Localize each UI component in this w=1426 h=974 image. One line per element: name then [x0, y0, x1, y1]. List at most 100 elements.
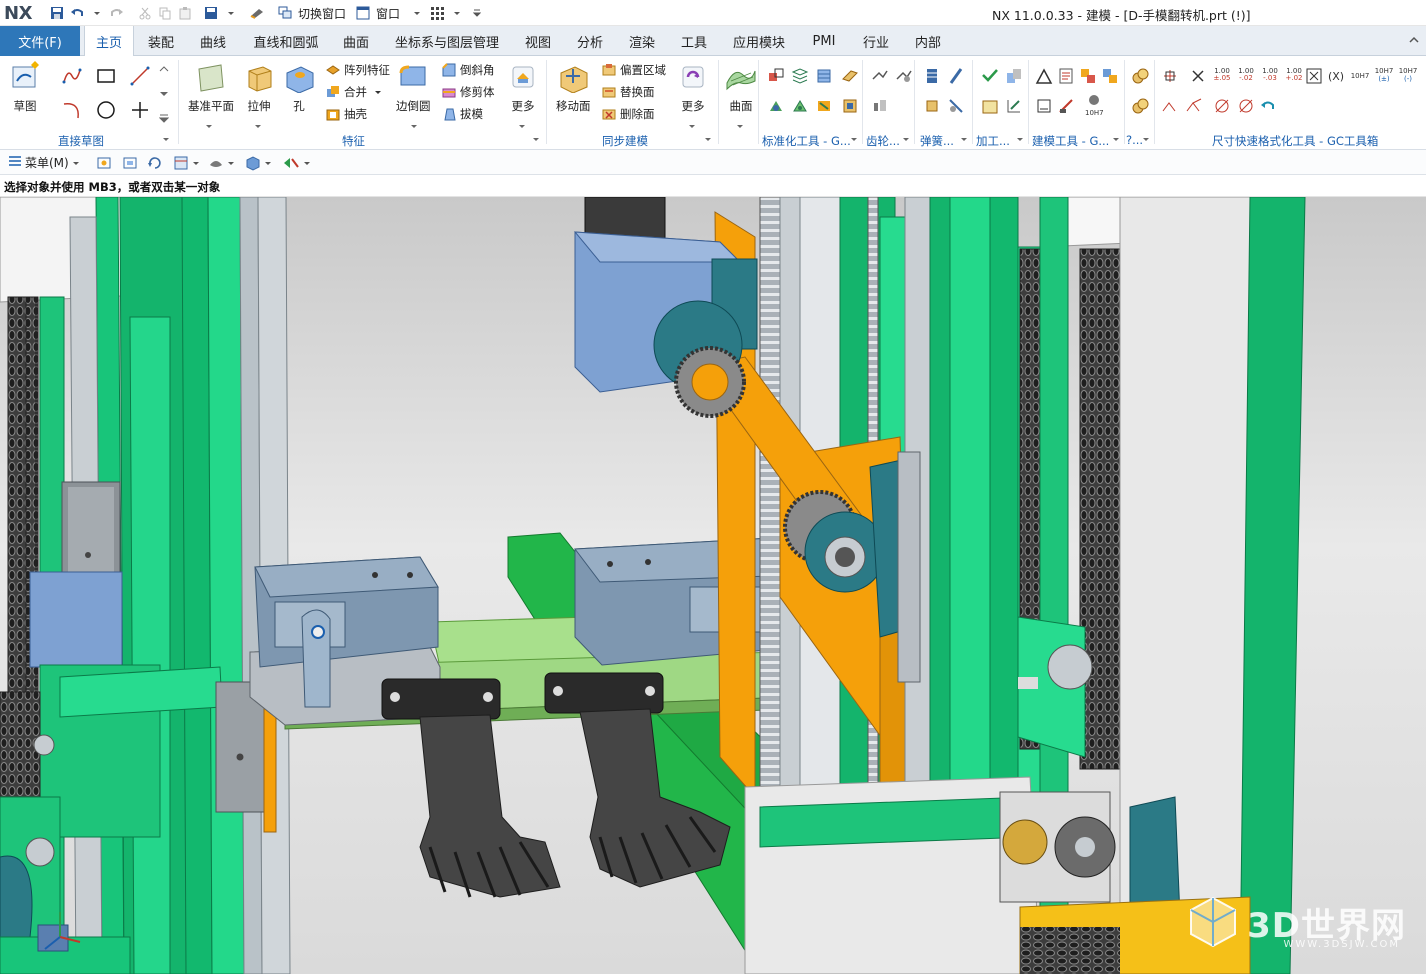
chamfer-button[interactable]: 倒斜角 — [441, 60, 495, 80]
delete-face-button[interactable]: 删除面 — [601, 104, 655, 124]
tab-applications[interactable]: 应用模块 — [724, 26, 794, 56]
tab-render[interactable]: 渲染 — [620, 26, 664, 56]
arc-icon[interactable] — [62, 100, 82, 120]
std-tool-1-icon[interactable] — [766, 66, 786, 86]
undo-icon[interactable] — [68, 4, 86, 22]
tab-assembly[interactable]: 装配 — [138, 26, 184, 56]
tab-home[interactable]: 主页 — [84, 26, 134, 57]
modeling-tool-7-icon[interactable]: 10H7 — [1082, 92, 1106, 118]
std-tool-7-icon[interactable] — [814, 96, 834, 116]
dim-box-x-icon[interactable] — [1304, 66, 1324, 86]
modeling-tool-2-icon[interactable] — [1056, 66, 1076, 86]
dim-diameter-2-icon[interactable] — [1236, 96, 1256, 116]
feature-more-dropdown-icon[interactable] — [516, 116, 528, 136]
tab-curve[interactable]: 曲线 — [190, 26, 236, 56]
orient-view-button[interactable] — [173, 153, 200, 172]
misc-group-dropdown-icon[interactable] — [1140, 132, 1152, 146]
redo-icon[interactable] — [108, 4, 126, 22]
machining-group-dropdown-icon[interactable] — [1014, 132, 1026, 146]
gear-tool-1-icon[interactable] — [870, 66, 890, 86]
zoom-button[interactable] — [122, 153, 138, 172]
surface-button[interactable]: 曲面 — [724, 60, 758, 114]
collapse-ribbon-icon[interactable] — [1408, 34, 1420, 49]
misc-tool-1-icon[interactable] — [1130, 66, 1150, 86]
tab-csys-layers[interactable]: 坐标系与图层管理 — [388, 26, 506, 56]
extrude-button[interactable]: 拉伸 — [242, 60, 276, 114]
replace-face-button[interactable]: 替换面 — [601, 82, 655, 102]
offset-region-button[interactable]: 偏置区域 — [601, 60, 666, 80]
switch-window-icon[interactable] — [276, 4, 294, 22]
tile-dropdown-icon[interactable] — [448, 4, 466, 22]
shell-button[interactable]: 抽壳 — [325, 104, 367, 124]
spring-tool-2-icon[interactable] — [946, 66, 966, 86]
dim-clear-icon[interactable] — [1188, 66, 1208, 86]
std-tools-dropdown-icon[interactable] — [848, 132, 860, 146]
window-dropdown-icon[interactable] — [408, 4, 426, 22]
tab-internal[interactable]: 内部 — [906, 26, 950, 56]
graphics-viewport[interactable]: 3D世界网 WWW.3DSJW.COM — [0, 197, 1426, 974]
spring-tool-1-icon[interactable] — [922, 66, 942, 86]
dim-roughness-2-icon[interactable] — [1184, 96, 1204, 116]
tab-view[interactable]: 视图 — [516, 26, 560, 56]
undo-dropdown-icon[interactable] — [88, 4, 106, 22]
pattern-feature-button[interactable]: 阵列特征 — [325, 60, 390, 80]
fit-view-button[interactable] — [96, 153, 112, 172]
cut-icon[interactable] — [136, 4, 154, 22]
window-label[interactable]: 窗口 — [376, 5, 400, 22]
line-icon[interactable] — [130, 66, 150, 86]
feature-group-dropdown-icon[interactable] — [530, 132, 542, 146]
gear-tool-2-icon[interactable] — [894, 66, 914, 86]
dim-align-icon[interactable] — [1160, 66, 1180, 86]
move-face-button[interactable]: 移动面 — [556, 60, 591, 114]
spring-tool-3-icon[interactable] — [922, 96, 942, 116]
datum-plane-button[interactable]: 基准平面 — [188, 60, 234, 114]
spring-group-dropdown-icon[interactable] — [958, 132, 970, 146]
modeling-tool-6-icon[interactable] — [1056, 96, 1076, 116]
tab-analysis[interactable]: 分析 — [568, 26, 612, 56]
std-tool-3-icon[interactable] — [814, 66, 834, 86]
dim-diameter-icon[interactable] — [1212, 96, 1232, 116]
std-tool-8-icon[interactable] — [840, 96, 860, 116]
dim-roughness-icon[interactable] — [1160, 96, 1180, 116]
point-icon[interactable] — [130, 100, 150, 120]
save-dropdown-icon[interactable] — [222, 4, 240, 22]
machining-tool-4-icon[interactable] — [1004, 96, 1024, 116]
snap-point-button[interactable] — [282, 153, 311, 172]
gear-tool-3-icon[interactable] — [870, 96, 890, 116]
hole-button[interactable]: 孔 — [282, 60, 316, 114]
sync-more-dropdown-icon[interactable] — [686, 116, 698, 136]
tab-pmi[interactable]: PMI — [804, 26, 844, 56]
tab-surface[interactable]: 曲面 — [334, 26, 378, 56]
sync-group-dropdown-icon[interactable] — [702, 132, 714, 146]
circle-icon[interactable] — [96, 100, 116, 120]
sync-more-button[interactable]: 更多 — [676, 60, 710, 114]
rotate-button[interactable] — [147, 153, 163, 172]
modeling-tool-1-icon[interactable] — [1034, 66, 1054, 86]
gear-group-dropdown-icon[interactable] — [900, 132, 912, 146]
modeling-tools-dropdown-icon[interactable] — [1110, 132, 1122, 146]
machining-tool-3-icon[interactable] — [980, 96, 1000, 116]
menu-button[interactable]: 菜单(M) — [8, 153, 80, 172]
std-tool-5-icon[interactable] — [766, 96, 786, 116]
dim-fit-2-icon[interactable]: 10H7 (±) — [1372, 64, 1396, 86]
trim-body-button[interactable]: 修剪体 — [441, 82, 495, 102]
spring-tool-4-icon[interactable] — [946, 96, 966, 116]
std-tool-4-icon[interactable] — [840, 66, 860, 86]
render-style-button[interactable] — [208, 153, 235, 172]
surface-dropdown-icon[interactable] — [734, 116, 746, 136]
modeling-tool-3-icon[interactable] — [1078, 66, 1098, 86]
machining-tool-1-icon[interactable] — [980, 66, 1000, 86]
studio-spline-icon[interactable] — [62, 66, 82, 86]
sketch-gallery-more-icon[interactable] — [158, 108, 170, 128]
switch-window-label[interactable]: 切换窗口 — [298, 5, 346, 22]
datum-plane-dropdown-icon[interactable] — [203, 116, 215, 136]
dim-paren-x-icon[interactable]: (X) — [1326, 66, 1346, 86]
edge-blend-dropdown-icon[interactable] — [408, 116, 420, 136]
draft-button[interactable]: 拔模 — [441, 104, 483, 124]
std-tool-6-icon[interactable] — [790, 96, 810, 116]
direct-sketch-group-dropdown-icon[interactable] — [160, 132, 172, 146]
tab-industry[interactable]: 行业 — [854, 26, 898, 56]
tile-windows-icon[interactable] — [428, 4, 446, 22]
edge-blend-button[interactable]: 边倒圆 — [396, 60, 431, 114]
unite-button[interactable]: 合并 — [325, 82, 386, 102]
